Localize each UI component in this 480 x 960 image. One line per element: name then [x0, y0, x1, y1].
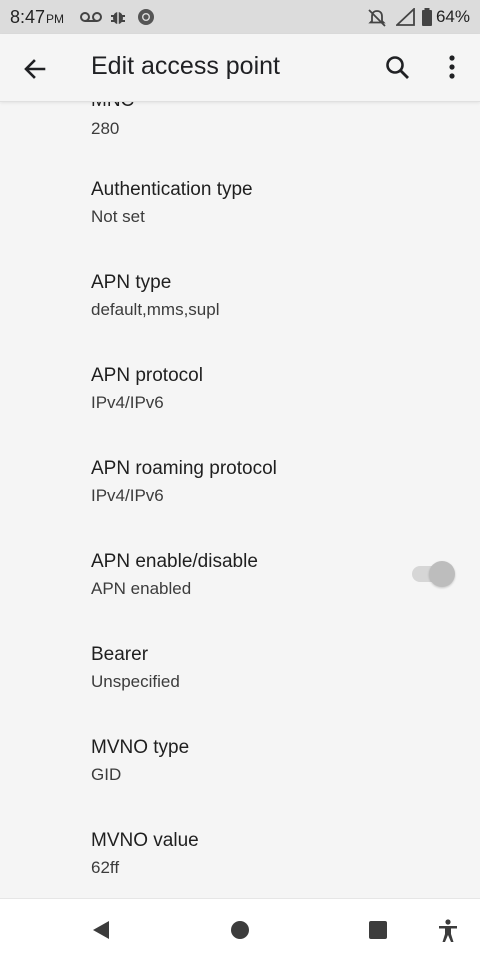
navigation-bar — [0, 898, 480, 960]
toggle-thumb — [429, 561, 455, 587]
pref-title: MVNO type — [91, 737, 190, 758]
app-bar: Edit access point — [0, 34, 480, 102]
page-title: Edit access point — [91, 52, 280, 80]
settings-list: MNC 280 Authentication type Not set APN … — [0, 102, 480, 898]
bug-icon — [111, 12, 125, 24]
pref-summary: Not set — [91, 207, 145, 226]
pref-title: Authentication type — [91, 179, 253, 200]
pref-summary: default,mms,supl — [91, 300, 220, 319]
back-triangle-icon[interactable] — [90, 919, 112, 941]
pref-summary: APN enabled — [91, 579, 192, 598]
pref-summary: 62ff — [91, 858, 120, 877]
pref-title: APN roaming protocol — [91, 458, 277, 479]
pref-apn-enable-disable[interactable]: APN enable/disable APN enabled — [91, 550, 391, 600]
pref-title: APN protocol — [91, 365, 203, 386]
status-time: 8:47PM — [10, 7, 65, 27]
pref-title: MVNO value — [91, 830, 199, 851]
home-circle-icon[interactable] — [229, 919, 251, 941]
status-bar: 8:47PM 64% — [0, 0, 480, 34]
pref-title: Bearer — [91, 644, 149, 665]
recents-square-icon[interactable] — [367, 919, 389, 941]
pref-mvno-type[interactable]: MVNO type GID — [91, 736, 451, 786]
battery-percent: 64% — [435, 7, 470, 26]
partial-title-mnc: MNC — [91, 102, 134, 112]
pref-summary: 280 — [91, 119, 120, 138]
pref-apn-type[interactable]: APN type default,mms,supl — [91, 271, 451, 321]
pref-title: APN type — [91, 272, 172, 293]
more-vert-icon[interactable] — [440, 52, 464, 82]
pref-apn-roaming-protocol[interactable]: APN roaming protocol IPv4/IPv6 — [91, 457, 451, 507]
pref-summary: Unspecified — [91, 672, 180, 691]
search-icon[interactable] — [384, 54, 412, 82]
signal-icon — [396, 8, 415, 26]
chrome-icon — [138, 9, 154, 25]
pref-title: APN enable/disable — [91, 551, 258, 572]
pref-apn-protocol[interactable]: APN protocol IPv4/IPv6 — [91, 364, 451, 414]
battery-icon — [422, 8, 432, 26]
pref-summary: GID — [91, 765, 122, 784]
pref-mnc[interactable]: 280 — [91, 114, 451, 140]
pref-summary: IPv4/IPv6 — [91, 393, 164, 412]
pref-bearer[interactable]: Bearer Unspecified — [91, 643, 451, 693]
back-arrow-icon[interactable] — [20, 54, 50, 84]
pref-mvno-value[interactable]: MVNO value 62ff — [91, 829, 451, 879]
pref-summary: IPv4/IPv6 — [91, 486, 164, 505]
apn-enable-toggle[interactable] — [410, 560, 456, 588]
do-not-disturb-off-icon — [368, 9, 386, 27]
pref-authentication-type[interactable]: Authentication type Not set — [91, 178, 451, 228]
voicemail-icon — [80, 12, 102, 22]
accessibility-icon[interactable] — [437, 919, 459, 943]
